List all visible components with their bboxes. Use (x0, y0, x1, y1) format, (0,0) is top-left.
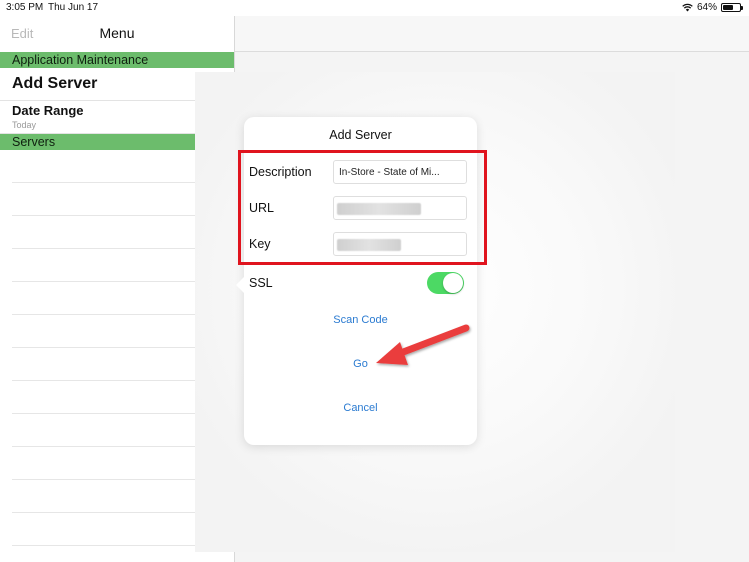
highlight-box (238, 150, 487, 265)
popover-title: Add Server (329, 128, 392, 142)
detail-nav-bar (235, 16, 749, 52)
date-range-value: Today (12, 120, 37, 130)
battery-percent: 64% (696, 2, 717, 13)
status-right: 64% (682, 2, 743, 13)
status-bar: 3:05 PM Thu Jun 17 64% (0, 0, 749, 16)
arrow-annotation (376, 324, 470, 365)
popover-arrow (236, 277, 244, 293)
wifi-icon (682, 3, 693, 12)
sidebar-nav-bar: Edit Menu (0, 16, 234, 52)
status-date: Thu Jun 17 (48, 2, 99, 13)
battery-icon (721, 3, 743, 12)
date-range-label: Date Range (12, 103, 84, 118)
sidebar-title: Menu (99, 25, 135, 41)
ssl-toggle[interactable] (427, 272, 464, 294)
status-time: 3:05 PM (6, 2, 44, 13)
battery-fill (723, 5, 733, 10)
cancel-button[interactable]: Cancel (244, 402, 477, 414)
section-header-app-maintenance: Application Maintenance (0, 52, 234, 68)
toggle-knob (443, 273, 463, 293)
ssl-label: SSL (249, 276, 273, 290)
